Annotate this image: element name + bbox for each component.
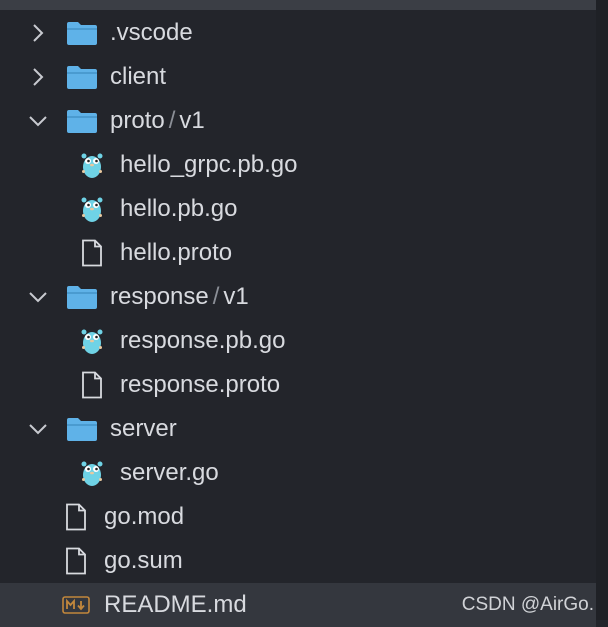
chevron-down-icon[interactable] — [28, 287, 48, 307]
gopher-icon — [76, 326, 108, 356]
tree-item-label: go.mod — [104, 503, 185, 530]
tree-item-server-folder[interactable]: server — [0, 407, 596, 451]
folder-open-icon — [66, 282, 98, 312]
path-separator: / — [212, 283, 220, 310]
folder-open-icon — [66, 414, 98, 444]
tree-item-hello-grpc-pb-go[interactable]: hello_grpc.pb.go — [0, 143, 596, 187]
tree-item-label: response.pb.go — [120, 327, 286, 354]
watermark: CSDN @AirGo. — [461, 594, 594, 615]
chevron-down-icon[interactable] — [28, 419, 48, 439]
tree-item-label: response.proto — [120, 371, 281, 398]
file-icon — [60, 546, 92, 576]
top-scroll-shadow — [0, 0, 596, 10]
tree-item-sublabel: v1 — [223, 283, 249, 310]
tree-item-label: client — [110, 63, 167, 90]
file-icon — [76, 238, 108, 268]
file-explorer-tree: .vscode client proto / v1 hello_grpc.pb.… — [0, 11, 596, 627]
tree-item-label: hello_grpc.pb.go — [120, 151, 298, 178]
tree-item-label: hello.proto — [120, 239, 233, 266]
tree-item-hello-proto[interactable]: hello.proto — [0, 231, 596, 275]
gopher-icon — [76, 150, 108, 180]
tree-item-label: server.go — [120, 459, 219, 486]
tree-item-response-pb-go[interactable]: response.pb.go — [0, 319, 596, 363]
tree-item-proto-folder[interactable]: proto / v1 — [0, 99, 596, 143]
folder-icon — [66, 62, 98, 92]
chevron-down-icon[interactable] — [28, 111, 48, 131]
tree-item-label: go.sum — [104, 547, 183, 574]
tree-item-label: .vscode — [110, 19, 193, 46]
tree-item-response-folder[interactable]: response / v1 — [0, 275, 596, 319]
tree-item-label: proto — [110, 107, 165, 134]
chevron-right-icon[interactable] — [28, 23, 48, 43]
gopher-icon — [76, 194, 108, 224]
tree-item-response-proto[interactable]: response.proto — [0, 363, 596, 407]
tree-item-server-go[interactable]: server.go — [0, 451, 596, 495]
folder-icon — [66, 18, 98, 48]
file-icon — [76, 370, 108, 400]
tree-item-go-mod[interactable]: go.mod — [0, 495, 596, 539]
tree-item-label: hello.pb.go — [120, 195, 238, 222]
folder-open-icon — [66, 106, 98, 136]
tree-item-client-folder[interactable]: client — [0, 55, 596, 99]
markdown-icon — [60, 590, 92, 620]
tree-item-label: README.md — [104, 591, 247, 618]
file-icon — [60, 502, 92, 532]
scrollbar-track[interactable] — [596, 0, 608, 620]
chevron-right-icon[interactable] — [28, 67, 48, 87]
path-separator: / — [168, 107, 176, 134]
gopher-icon — [76, 458, 108, 488]
tree-item-label: server — [110, 415, 177, 442]
tree-item-label: response — [110, 283, 209, 310]
tree-item-vscode-folder[interactable]: .vscode — [0, 11, 596, 55]
tree-item-hello-pb-go[interactable]: hello.pb.go — [0, 187, 596, 231]
tree-item-sublabel: v1 — [179, 107, 205, 134]
tree-item-go-sum[interactable]: go.sum — [0, 539, 596, 583]
